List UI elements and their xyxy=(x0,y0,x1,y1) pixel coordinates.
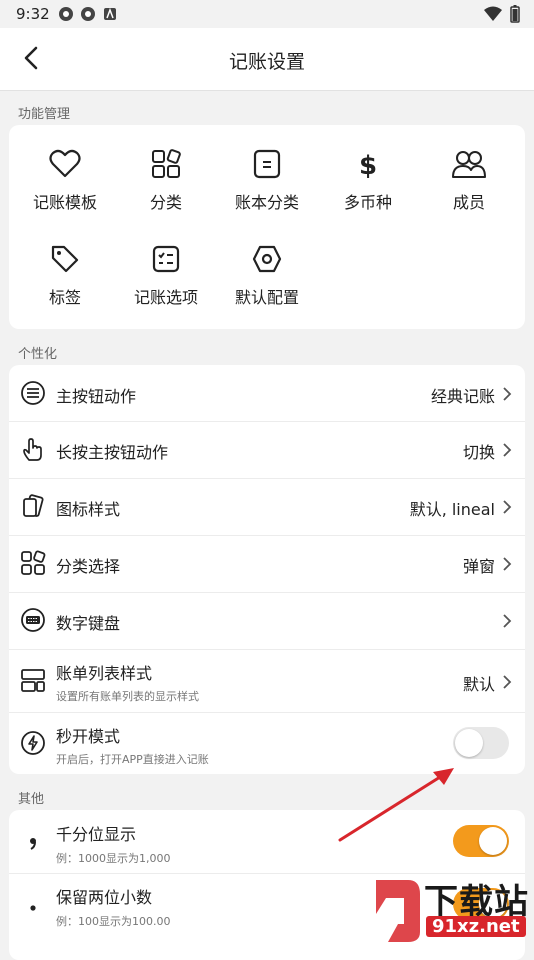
feature-label: 记账模板 xyxy=(32,193,97,212)
comma-icon xyxy=(20,828,46,854)
category-icon xyxy=(116,147,216,181)
chevron-right-icon xyxy=(502,556,512,571)
quick-open-toggle[interactable] xyxy=(453,727,509,759)
setting-row-category-select[interactable]: 分类选择 弹窗 xyxy=(9,535,525,593)
section-title-personal: 个性化 xyxy=(18,347,58,362)
feature-item[interactable]: 分类 xyxy=(116,147,216,213)
thousands-toggle[interactable] xyxy=(453,825,509,857)
app-header: 记账设置 xyxy=(0,28,534,91)
feature-label: 账本分类 xyxy=(234,193,299,212)
feature-label: 记账选项 xyxy=(133,288,198,307)
watermark-logo-icon xyxy=(376,880,420,942)
notification-icon xyxy=(58,6,74,22)
battery-icon xyxy=(510,5,520,27)
menu-circle-icon xyxy=(20,380,46,406)
hand-tap-icon xyxy=(20,436,46,462)
setting-row-main-button[interactable]: 主按钮动作 经典记账 xyxy=(9,365,525,422)
settings-hex-icon xyxy=(217,242,317,276)
setting-value: 弹窗 xyxy=(462,557,495,576)
setting-label: 长按主按钮动作 xyxy=(56,443,169,462)
section-title-other: 其他 xyxy=(18,792,45,807)
list-style-icon xyxy=(20,667,46,693)
setting-row-bill-list-style[interactable]: 账单列表样式 设置所有账单列表的显示样式 默认 xyxy=(9,649,525,713)
status-bar: 9:32 xyxy=(0,0,534,28)
chevron-right-icon xyxy=(502,613,512,628)
setting-row-keyboard[interactable]: 数字键盘 xyxy=(9,592,525,650)
status-notification-icons xyxy=(58,6,118,22)
setting-value: 切换 xyxy=(462,443,495,462)
feature-label: 成员 xyxy=(452,193,485,212)
options-icon xyxy=(116,242,216,276)
chevron-right-icon xyxy=(502,674,512,689)
notification-icon xyxy=(80,6,96,22)
feature-label: 默认配置 xyxy=(234,288,299,307)
notification-icon xyxy=(102,6,118,22)
setting-subtitle: 设置所有账单列表的显示样式 xyxy=(56,690,199,703)
feature-item[interactable]: 记账选项 xyxy=(116,242,216,308)
toggle-knob xyxy=(455,729,483,757)
watermark-url: 91xz.net xyxy=(426,916,526,937)
toggle-knob xyxy=(479,827,507,855)
setting-label: 千分位显示 xyxy=(56,825,137,844)
feature-item[interactable]: 记账模板 xyxy=(15,147,115,213)
keyboard-icon xyxy=(20,607,46,633)
chevron-right-icon xyxy=(502,386,512,401)
watermark: 下载站 91xz.net xyxy=(364,870,534,950)
setting-value: 默认, lineal xyxy=(409,500,495,519)
dot-icon xyxy=(20,891,46,917)
feature-label: 标签 xyxy=(48,288,81,307)
setting-subtitle: 开启后，打开APP直接进入记账 xyxy=(56,753,209,766)
feature-item[interactable]: 账本分类 xyxy=(217,147,317,213)
setting-row-long-press[interactable]: 长按主按钮动作 切换 xyxy=(9,421,525,479)
setting-label: 保留两位小数 xyxy=(56,888,153,907)
chevron-right-icon xyxy=(502,442,512,457)
setting-label: 账单列表样式 xyxy=(56,664,153,683)
setting-row-icon-style[interactable]: 图标样式 默认, lineal xyxy=(9,478,525,536)
tag-icon xyxy=(15,242,115,276)
setting-label: 主按钮动作 xyxy=(56,387,137,406)
wifi-icon xyxy=(484,6,502,26)
setting-label: 数字键盘 xyxy=(56,614,121,633)
feature-label: 多币种 xyxy=(343,193,392,212)
setting-label: 图标样式 xyxy=(56,500,121,519)
feature-item[interactable]: 默认配置 xyxy=(217,242,317,308)
chevron-right-icon xyxy=(502,499,512,514)
page-title: 记账设置 xyxy=(228,51,305,73)
setting-subtitle: 例：1000显示为1,000 xyxy=(56,852,171,865)
feature-label: 分类 xyxy=(149,193,182,212)
setting-label: 分类选择 xyxy=(56,557,121,576)
setting-subtitle: 例：100显示为100.00 xyxy=(56,915,171,928)
heart-icon xyxy=(15,147,115,181)
setting-value: 经典记账 xyxy=(430,387,495,406)
book-icon xyxy=(217,147,317,181)
flash-icon xyxy=(20,730,46,756)
members-icon xyxy=(419,147,519,181)
setting-value: 默认 xyxy=(462,675,495,694)
icon-style-icon xyxy=(20,493,46,519)
dollar-icon: $ xyxy=(318,147,418,181)
svg-text:$: $ xyxy=(359,151,377,179)
status-time: 9:32 xyxy=(16,5,50,23)
setting-label: 秒开模式 xyxy=(56,727,121,746)
personal-card: 主按钮动作 经典记账 长按主按钮动作 切换 图标样式 默认, lineal 分类… xyxy=(9,365,525,774)
section-title-features: 功能管理 xyxy=(18,107,71,122)
feature-item[interactable]: 标签 xyxy=(15,242,115,308)
feature-item[interactable]: $ 多币种 xyxy=(318,147,418,213)
annotation-arrow xyxy=(338,768,454,842)
features-card: 记账模板 分类 账本分类 $ 多币种 成员 标签 记账选项 默认配置 xyxy=(9,125,525,329)
feature-item[interactable]: 成员 xyxy=(419,147,519,213)
grid-icon xyxy=(20,550,46,576)
